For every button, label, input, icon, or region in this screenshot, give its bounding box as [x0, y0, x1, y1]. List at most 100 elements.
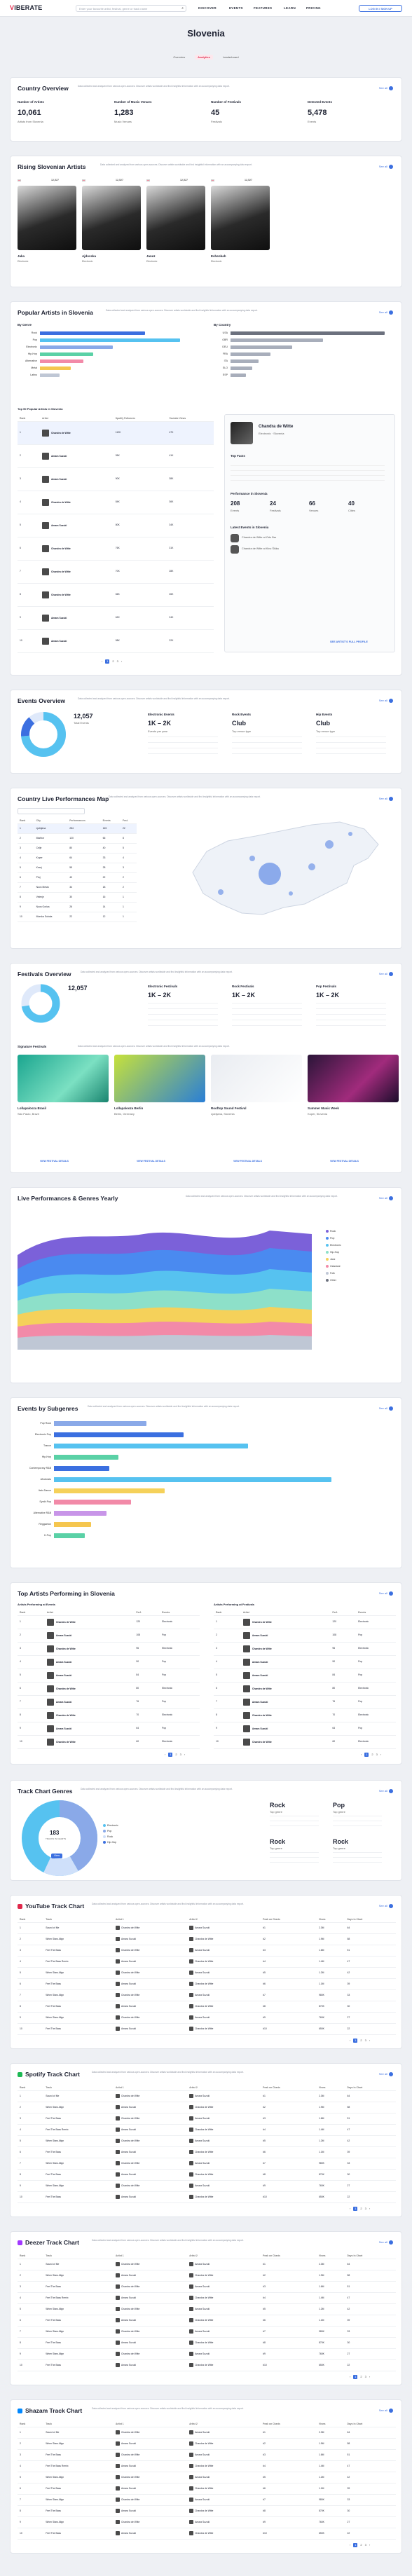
table-cell[interactable]: Amara Suzuki [113, 2337, 188, 2349]
table-row[interactable]: 4 Feel The Bass Remix Amara Suzuki Chandra … [18, 2460, 396, 2472]
table-cell[interactable]: Amara Suzuki [187, 2113, 261, 2125]
table-row[interactable]: 10 Chandra de Witte 60 Electronic [18, 1735, 200, 1749]
table-cell[interactable]: Feel The Bass [43, 2113, 114, 2125]
page-button[interactable]: 2 [360, 2207, 362, 2210]
table-cell[interactable]: Chandra de Witte [113, 1922, 188, 1934]
subgenre-bar[interactable] [54, 1421, 146, 1426]
table-cell[interactable]: Chandra de Witte [113, 2303, 188, 2315]
column-header[interactable]: Rank [18, 2085, 44, 2091]
column-header[interactable]: Peak on Charts [261, 2253, 317, 2259]
column-header[interactable]: Views [316, 2253, 345, 2259]
table-row[interactable]: 5 When Stars Align Chandra de Witte Amara S… [18, 2472, 396, 2483]
artist-name[interactable]: Janez [146, 254, 156, 259]
table-cell[interactable]: Feel The Bass Remix [43, 2292, 114, 2304]
page-button[interactable]: › [369, 2375, 370, 2378]
table-row[interactable]: 7 Chandra de Witte 70K 28K [18, 560, 214, 584]
pagination[interactable]: ‹ 1 2 3 › [348, 2543, 371, 2547]
table-row[interactable]: 4 Feel The Bass Remix Amara Suzuki Chandra … [18, 2124, 396, 2136]
table-cell[interactable]: Chandra de Witte [187, 2460, 261, 2472]
table-cell[interactable]: When Stars Align [43, 1989, 114, 2001]
table-row[interactable]: 8 Chandra de Witte 70 Electronic [214, 1708, 396, 1722]
table-row[interactable]: 7 When Stars Align Chandra de Witte Amara S… [18, 2494, 396, 2506]
column-header[interactable]: Track [43, 2421, 114, 2427]
column-header[interactable]: Perf. [134, 1610, 160, 1616]
table-cell[interactable]: Sound of Me [43, 2090, 114, 2102]
table-cell[interactable]: Amara Suzuki [113, 1933, 188, 1945]
brand-logo[interactable]: VIBERATE [10, 4, 42, 12]
column-header[interactable]: Perf. [330, 1610, 357, 1616]
page-button[interactable]: 1 [105, 659, 110, 664]
table-cell[interactable]: Feel The Bass [43, 2449, 114, 2461]
table-row[interactable]: 3 Feel The Bass Chandra de Witte Amara Suzu… [18, 2281, 396, 2293]
table-cell[interactable]: Amara Suzuki [187, 2449, 261, 2461]
pagination[interactable]: ‹ 1 2 3 › [359, 1753, 383, 1757]
table-cell[interactable]: Chandra de Witte [113, 2158, 188, 2170]
see-all-link[interactable]: See all [379, 1904, 393, 1908]
page-button[interactable]: 1 [353, 2375, 358, 2379]
table-cell[interactable]: When Stars Align [43, 1933, 114, 1945]
table-cell[interactable]: Feel The Bass [43, 2169, 114, 2181]
artist-cell[interactable]: Chandra de Witte [240, 1682, 331, 1696]
artist-cell[interactable]: Amara Suzuki [240, 1669, 331, 1683]
table-row[interactable]: 6 Feel The Bass Amara Suzuki Chandra de Wit… [18, 1978, 396, 1990]
pagination[interactable]: ‹ 1 2 3 › [163, 1753, 186, 1757]
artist-cell[interactable]: Chandra de Witte [240, 1642, 331, 1656]
artist-name[interactable]: Jaka [18, 254, 25, 259]
page-button[interactable]: 3 [365, 2207, 366, 2210]
country-bar[interactable] [231, 352, 271, 356]
legend-item[interactable]: Pop [103, 1830, 111, 1833]
table-cell[interactable]: When Stars Align [43, 2494, 114, 2506]
table-row[interactable]: 1 Chandra de Witte 112K 47K [18, 421, 214, 445]
legend-item[interactable]: Electronic [326, 1244, 341, 1247]
table-cell[interactable]: When Stars Align [43, 2472, 114, 2483]
table-cell[interactable]: Amara Suzuki [187, 2090, 261, 2102]
table-cell[interactable]: Chandra de Witte [113, 2135, 188, 2147]
subgenre-bar[interactable] [54, 1466, 110, 1471]
column-header[interactable]: Artist 2 [187, 2253, 261, 2259]
table-cell[interactable]: Chandra de Witte [187, 2483, 261, 2495]
column-header[interactable]: Rank [18, 416, 40, 422]
table-cell[interactable]: Amara Suzuki [113, 2270, 188, 2282]
table-row[interactable]: 4 Amara Suzuki 90 Pop [214, 1655, 396, 1669]
table-row[interactable]: 1 Chandra de Witte 120 Electronic [18, 1615, 200, 1629]
column-header[interactable]: Artist 1 [113, 2085, 188, 2091]
genre-bar[interactable] [40, 374, 60, 377]
table-cell[interactable]: Amara Suzuki [187, 1945, 261, 1957]
column-header[interactable]: Days in Chart [345, 2421, 396, 2427]
country-bar[interactable] [231, 374, 246, 377]
table-row[interactable]: 1 Sound of Me Chandra de Witte Amara Suzuki… [18, 1922, 396, 1934]
artist-cell[interactable]: Amara Suzuki [240, 1722, 331, 1736]
table-row[interactable]: 2 When Stars Align Amara Suzuki Chandra de … [18, 2270, 396, 2282]
artist-cell[interactable]: Amara Suzuki [39, 606, 114, 630]
table-cell[interactable]: Chandra de Witte [187, 2001, 261, 2013]
column-header[interactable]: Track [43, 1917, 114, 1923]
table-row[interactable]: 10 Feel The Bass Amara Suzuki Chandra de Wi… [18, 2191, 396, 2203]
table-cell[interactable]: Chandra de Witte [187, 2146, 261, 2158]
table-cell[interactable]: Feel The Bass Remix [43, 2460, 114, 2472]
table-row[interactable]: 10 Feel The Bass Amara Suzuki Chandra de Wi… [18, 2359, 396, 2371]
table-row[interactable]: 1 Sound of Me Chandra de Witte Amara Suzuki… [18, 2259, 396, 2270]
table-cell[interactable]: Chandra de Witte [113, 2516, 188, 2528]
artist-cell[interactable]: Amara Suzuki [44, 1722, 135, 1736]
column-header[interactable]: Track [43, 2253, 114, 2259]
festival-name[interactable]: Lollapalooza Berlin [114, 1107, 143, 1111]
table-cell[interactable]: Sound of Me [43, 1922, 114, 1934]
artist-photo[interactable] [18, 186, 76, 250]
table-cell[interactable]: When Stars Align [43, 1967, 114, 1979]
artist-cell[interactable]: Chandra de Witte [44, 1615, 135, 1629]
table-cell[interactable]: Chandra de Witte [113, 2427, 188, 2439]
table-cell[interactable]: Chandra de Witte [113, 2494, 188, 2506]
column-header[interactable]: Artist [240, 1610, 331, 1616]
table-cell[interactable]: Amara Suzuki [113, 2146, 188, 2158]
table-cell[interactable]: Chandra de Witte [187, 2359, 261, 2371]
table-cell[interactable]: Amara Suzuki [113, 2191, 188, 2203]
page-button[interactable]: 3 [180, 1753, 181, 1756]
see-all-link[interactable]: See all [379, 1591, 393, 1596]
table-row[interactable]: 8 Feel The Bass Amara Suzuki Chandra de Wit… [18, 2001, 396, 2013]
page-button[interactable]: › [121, 659, 122, 663]
artist-cell[interactable]: Amara Suzuki [44, 1695, 135, 1709]
subgenre-bar[interactable] [54, 1455, 119, 1460]
table-cell[interactable]: Amara Suzuki [187, 2303, 261, 2315]
table-cell[interactable]: Chandra de Witte [113, 2259, 188, 2270]
table-row[interactable]: 6 Feel The Bass Amara Suzuki Chandra de Wit… [18, 2315, 396, 2327]
